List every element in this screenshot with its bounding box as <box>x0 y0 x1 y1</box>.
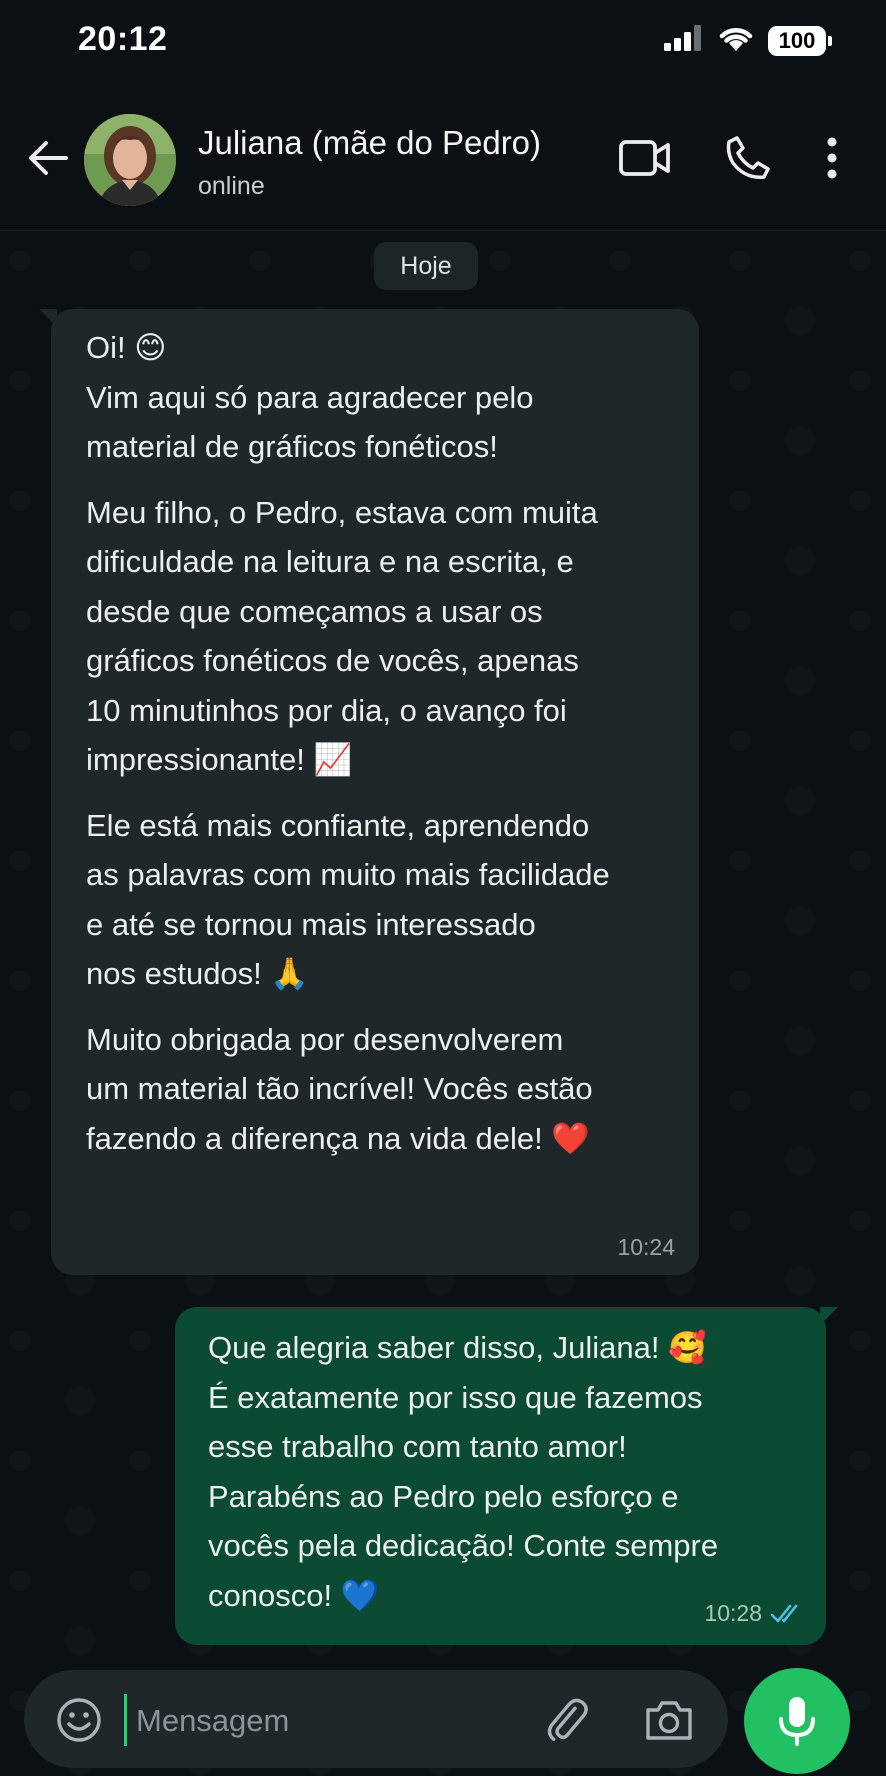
microphone-icon <box>779 1697 815 1746</box>
status-bar: 20:12 100 <box>0 0 886 86</box>
attach-clip-icon <box>547 1698 588 1741</box>
text-cursor <box>124 1694 127 1746</box>
battery-indicator: 100 <box>768 25 832 56</box>
contact-name[interactable]: Juliana (mãe do Pedro) <box>198 124 541 162</box>
back-button[interactable] <box>22 132 74 184</box>
video-call-icon <box>619 140 670 176</box>
outgoing-message[interactable]: Que alegria saber disso, Juliana! 🥰 É ex… <box>175 1307 838 1645</box>
message-composer <box>24 1670 728 1768</box>
message-meta: 10:28 <box>704 1600 804 1627</box>
voice-message-button[interactable] <box>744 1668 850 1774</box>
status-time: 20:12 <box>78 20 168 58</box>
date-chip: Hoje <box>374 242 478 290</box>
status-icons: 100 <box>664 24 832 57</box>
emoji-button[interactable] <box>54 1695 104 1745</box>
incoming-message[interactable]: Oi! 😊 Vim aqui só para agradecer pelo ma… <box>39 309 699 1275</box>
more-options-icon <box>827 137 837 179</box>
chat-screen: 20:12 100 Juliana (mãe do Pedro) online … <box>0 0 886 1776</box>
signal-icon <box>664 25 704 56</box>
chat-header: Juliana (mãe do Pedro) online <box>0 86 886 231</box>
more-options-button[interactable] <box>816 130 848 186</box>
phone-call-button[interactable] <box>720 130 776 186</box>
message-paragraph: Oi! 😊 Vim aqui só para agradecer pelo ma… <box>86 330 534 464</box>
camera-icon <box>646 1701 692 1740</box>
emoji-icon <box>57 1698 101 1742</box>
message-text: Que alegria saber disso, Juliana! 🥰 É ex… <box>208 1330 719 1613</box>
avatar[interactable] <box>84 114 176 206</box>
message-time: 10:28 <box>704 1600 762 1626</box>
chat-area[interactable]: Hoje Oi! 😊 Vim aqui só para agradecer pe… <box>0 231 886 1776</box>
phone-call-icon <box>726 136 770 179</box>
message-time: 10:24 <box>617 1234 675 1260</box>
back-arrow-icon <box>29 141 68 175</box>
camera-button[interactable] <box>642 1695 696 1745</box>
message-paragraph: Ele está mais confiante, aprendendo as p… <box>86 807 610 992</box>
contact-status: online <box>198 172 265 200</box>
attach-button[interactable] <box>540 1695 594 1745</box>
read-ticks-icon <box>770 1604 798 1622</box>
message-paragraph: Muito obrigada por desenvolverem um mate… <box>86 1021 593 1156</box>
wifi-icon <box>718 24 754 57</box>
message-input[interactable] <box>134 1692 438 1750</box>
message-paragraph: Meu filho, o Pedro, estava com muita dif… <box>86 494 598 778</box>
video-call-button[interactable] <box>616 130 674 186</box>
